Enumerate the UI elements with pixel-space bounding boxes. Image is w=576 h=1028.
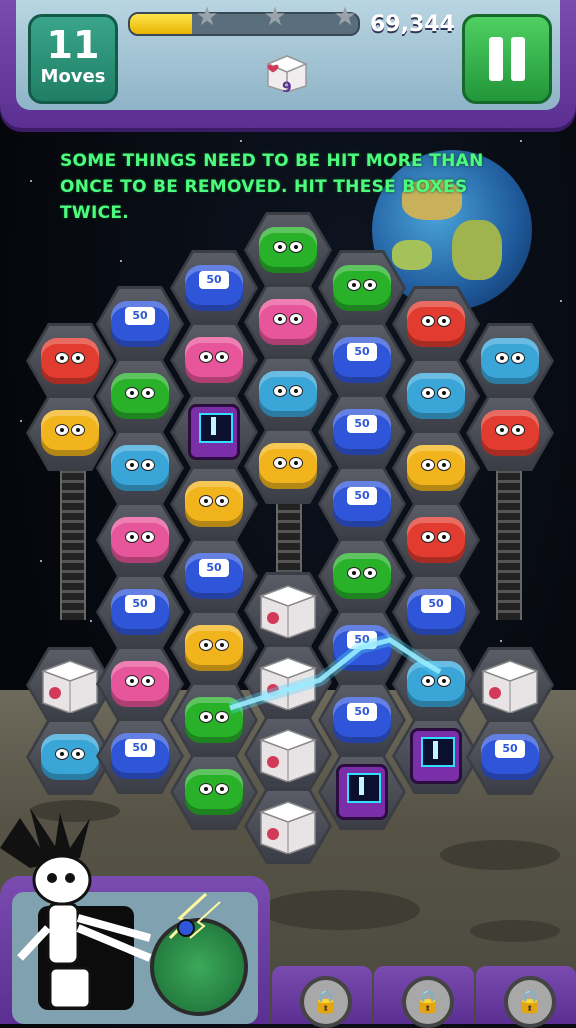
piece-badge: 50 [347, 703, 377, 721]
star-dot [30, 180, 32, 182]
blue-blob-piece[interactable]: 50 [392, 574, 480, 650]
piece-badge: 50 [125, 307, 155, 325]
piece-badge: 50 [125, 739, 155, 757]
star-dot [560, 300, 562, 302]
piece-badge: 50 [347, 415, 377, 433]
moves-counter: 11 Moves [28, 14, 118, 104]
locked-booster-2[interactable]: 🔒 [374, 966, 474, 1028]
goal-count: 9 [282, 80, 292, 96]
star-icon: ★ [263, 2, 287, 32]
star-dot [20, 420, 22, 422]
star-dot [120, 260, 122, 262]
piece-badge: 50 [347, 343, 377, 361]
moves-label: Moves [40, 66, 106, 87]
piece-badge: 50 [347, 487, 377, 505]
pause-button[interactable] [462, 14, 552, 104]
star-dot [90, 620, 92, 622]
moves-count: 11 [46, 23, 100, 67]
cardboard-box-blocker[interactable] [466, 647, 554, 723]
spark-wand-icon [168, 892, 221, 940]
piece-badge: 50 [421, 595, 451, 613]
blue-blob-piece[interactable]: 50 [466, 719, 554, 795]
piece-badge: 50 [199, 271, 229, 289]
locked-booster-3[interactable]: 🔒 [476, 966, 576, 1028]
score-value: 69,344 [370, 12, 455, 37]
star-dot [240, 140, 242, 142]
lock-icon: 🔒 [504, 976, 556, 1028]
lock-icon: 🔒 [402, 976, 454, 1028]
star-dot [40, 560, 42, 562]
piece-badge: 50 [495, 740, 525, 758]
star-icon: ★ [195, 2, 219, 32]
star-dot [500, 640, 502, 642]
red-blob-piece[interactable] [392, 502, 480, 578]
piece-badge: 50 [199, 559, 229, 577]
star-dot [520, 140, 522, 142]
support-pillar-left [60, 470, 86, 620]
red-blob-piece[interactable] [466, 395, 554, 471]
pause-icon [489, 37, 503, 81]
support-pillar-center [276, 500, 302, 580]
lock-icon: 🔒 [300, 976, 352, 1028]
locked-booster-1[interactable]: 🔒 [272, 966, 372, 1028]
piece-badge: 50 [347, 631, 377, 649]
support-pillar-right [496, 470, 522, 620]
piece-badge: 50 [125, 595, 155, 613]
star-icon: ★ [333, 2, 357, 32]
score-progress-fill [130, 14, 192, 34]
score-progress-bar [128, 12, 360, 36]
pause-icon [511, 37, 525, 81]
cyan-blob-piece[interactable] [466, 323, 554, 399]
